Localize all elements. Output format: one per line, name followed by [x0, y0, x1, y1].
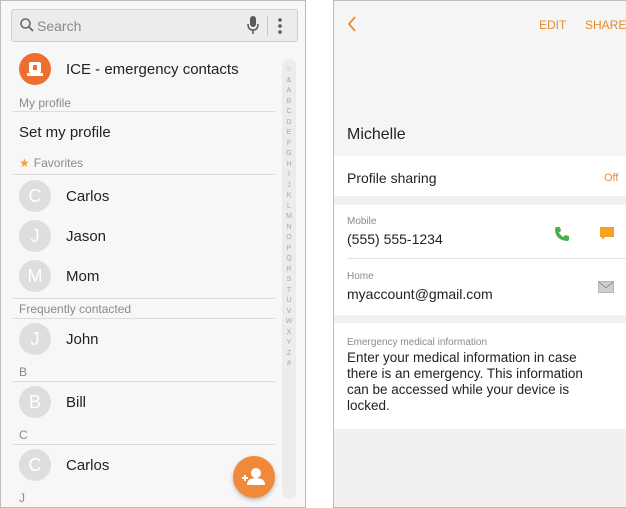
contact-name: John [66, 331, 99, 348]
index-letter[interactable]: O [282, 233, 296, 244]
index-letter[interactable]: U [282, 296, 296, 307]
add-person-icon [242, 468, 265, 485]
emergency-medical-text: Enter your medical information in case t… [347, 350, 583, 413]
ice-emergency-contacts-row[interactable]: ICE - emergency contacts [1, 51, 281, 89]
index-letter[interactable]: A [282, 86, 296, 97]
index-letter[interactable]: G [282, 149, 296, 160]
edit-button[interactable]: EDIT [539, 18, 566, 32]
divider [13, 318, 275, 319]
message-icon[interactable] [599, 226, 615, 242]
index-letter[interactable]: X [282, 328, 296, 339]
index-letter[interactable]: M [282, 212, 296, 223]
contact-row[interactable]: J Jason [19, 220, 269, 254]
search-input[interactable]: Search [37, 18, 81, 34]
profile-sharing-row[interactable]: Profile sharing Off [334, 156, 626, 196]
index-letter[interactable]: Z [282, 349, 296, 360]
more-options-icon[interactable] [276, 16, 284, 36]
favorites-header: ★ Favorites [19, 156, 83, 170]
index-letter[interactable]: E [282, 128, 296, 139]
divider [13, 381, 275, 382]
index-letter[interactable]: R [282, 265, 296, 276]
contact-row[interactable]: B Bill [19, 386, 269, 420]
my-profile-header: My profile [19, 96, 72, 110]
profile-sharing-label: Profile sharing [347, 170, 437, 186]
phone-call-icon[interactable] [554, 226, 570, 242]
search-icon [20, 18, 34, 32]
section-header-j: J [19, 491, 25, 505]
ice-badge-icon [19, 53, 51, 85]
divider [13, 174, 275, 175]
search-separator [267, 16, 268, 36]
avatar: M [19, 260, 51, 292]
index-letter[interactable]: V [282, 307, 296, 318]
index-letter[interactable]: C [282, 107, 296, 118]
index-letter[interactable]: I [282, 170, 296, 181]
contact-info-card: Mobile (555) 555-1234 Home myaccount@gma… [334, 205, 626, 315]
index-letter[interactable]: F [282, 139, 296, 150]
contact-name: Jason [66, 228, 107, 245]
divider [13, 444, 275, 445]
contact-row[interactable]: C Carlos [19, 180, 269, 214]
alphabet-index-scrollbar[interactable]: ☆ & A B C D E F G H I J K L M N O P Q R S T U V W X Y Z # [282, 59, 296, 499]
section-header-c: C [19, 428, 28, 442]
contact-row[interactable]: C Carlos [19, 449, 269, 483]
contact-name-title: Michelle [347, 126, 406, 143]
index-letter[interactable]: P [282, 244, 296, 255]
profile-sharing-status: Off [604, 172, 619, 184]
divider [347, 258, 626, 259]
back-arrow-icon[interactable] [346, 14, 358, 34]
index-letter[interactable]: N [282, 223, 296, 234]
index-letter[interactable]: K [282, 191, 296, 202]
contact-name: Carlos [66, 188, 110, 205]
microphone-icon[interactable] [246, 15, 260, 35]
mobile-number[interactable]: (555) 555-1234 [347, 231, 443, 247]
index-letter[interactable]: ☆ [282, 65, 296, 76]
contact-name: Carlos [66, 457, 110, 474]
frequently-contacted-header: Frequently contacted [19, 302, 132, 316]
divider [13, 111, 275, 112]
index-letter[interactable]: Y [282, 338, 296, 349]
share-button[interactable]: SHARE [585, 18, 626, 32]
contact-name: Bill [66, 394, 87, 411]
add-contact-button[interactable] [233, 456, 275, 498]
avatar: C [19, 180, 51, 212]
index-letter[interactable]: T [282, 286, 296, 297]
contacts-list-screen: Search ICE - emergency contacts My profi… [0, 0, 306, 508]
index-letter[interactable]: # [282, 359, 296, 370]
divider [13, 298, 275, 299]
home-email[interactable]: myaccount@gmail.com [347, 286, 493, 302]
index-letter[interactable]: L [282, 202, 296, 213]
search-bar[interactable]: Search [11, 9, 298, 42]
contact-name: Mom [66, 268, 100, 285]
index-letter[interactable]: J [282, 181, 296, 192]
favorites-label: Favorites [33, 156, 84, 170]
index-letter[interactable]: D [282, 118, 296, 129]
contact-detail-screen: EDIT SHARE Michelle Profile sharing Off … [333, 0, 626, 508]
avatar: J [19, 220, 51, 252]
index-letter[interactable]: S [282, 275, 296, 286]
index-letter[interactable]: Q [282, 254, 296, 265]
mobile-label: Mobile [347, 216, 377, 227]
set-my-profile-row[interactable]: Set my profile [19, 124, 111, 141]
avatar: C [19, 449, 51, 481]
index-letter[interactable]: W [282, 317, 296, 328]
ice-label: ICE - emergency contacts [66, 61, 239, 78]
email-icon[interactable] [598, 281, 614, 293]
avatar: B [19, 386, 51, 418]
index-letter[interactable]: & [282, 76, 296, 87]
section-header-b: B [19, 365, 28, 379]
emergency-label: Emergency medical information [347, 337, 488, 348]
index-letter[interactable]: B [282, 97, 296, 108]
home-label: Home [347, 271, 374, 282]
star-icon: ★ [19, 156, 30, 170]
contact-row[interactable]: M Mom [19, 260, 269, 294]
contact-row[interactable]: J John [19, 323, 269, 357]
avatar: J [19, 323, 51, 355]
index-letter[interactable]: H [282, 160, 296, 171]
